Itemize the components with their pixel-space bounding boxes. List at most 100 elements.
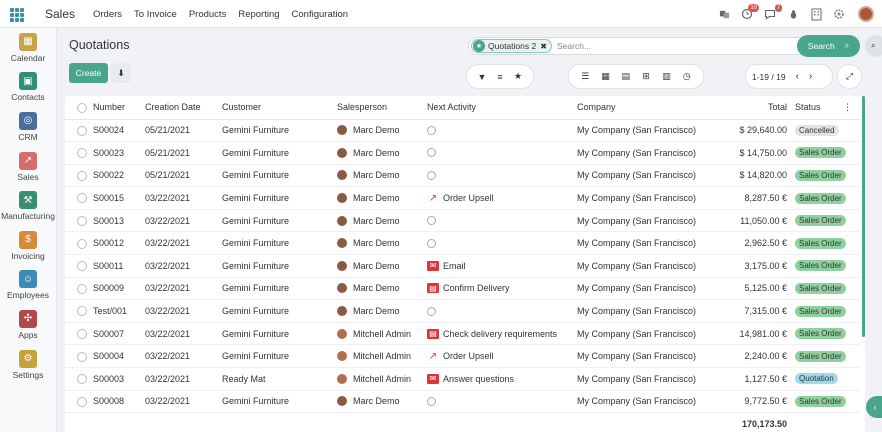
scrollbar[interactable]: [862, 96, 865, 337]
pager-value[interactable]: 1-19 / 19: [752, 72, 786, 82]
search-input[interactable]: Search...: [557, 41, 591, 51]
column-salesperson[interactable]: Salesperson: [337, 96, 427, 120]
calendar-view-icon[interactable]: ▤: [619, 70, 633, 84]
clock-icon[interactable]: [427, 306, 436, 316]
create-button[interactable]: Create: [69, 63, 108, 83]
clock-icon[interactable]: [427, 170, 436, 180]
translate-icon[interactable]: [717, 7, 731, 21]
app-brand[interactable]: Sales: [45, 7, 75, 21]
sidebar-item-calendar[interactable]: ▦ Calendar: [0, 28, 56, 68]
chevron-left-icon[interactable]: ‹: [796, 71, 799, 82]
row-checkbox[interactable]: [65, 164, 93, 188]
menu-reporting[interactable]: Reporting: [238, 9, 279, 20]
sidebar-item-invoicing[interactable]: $ Invoicing: [0, 226, 56, 266]
row-checkbox[interactable]: [65, 209, 93, 233]
activity-clock-icon[interactable]: 10: [740, 4, 759, 21]
column-creation-date[interactable]: Creation Date: [145, 96, 222, 120]
row-checkbox[interactable]: [65, 390, 93, 414]
column-next-activity[interactable]: Next Activity: [427, 96, 577, 120]
upsell-icon[interactable]: ↗: [427, 351, 439, 362]
menu-to-invoice[interactable]: To Invoice: [134, 9, 177, 20]
sidebar-item-settings[interactable]: ⚙ Settings: [0, 345, 56, 385]
chevron-left-icon[interactable]: ‹: [866, 396, 882, 418]
column-number[interactable]: Number: [93, 96, 145, 120]
activity-view-icon[interactable]: ◷: [680, 70, 694, 84]
kanban-view-icon[interactable]: ▦: [598, 70, 612, 84]
table-row[interactable]: S00008 03/22/2021 Gemini Furniture Marc Dem…: [65, 390, 860, 414]
clock-icon[interactable]: [427, 216, 436, 226]
row-checkbox[interactable]: [65, 277, 93, 301]
company-building-icon[interactable]: [809, 7, 823, 21]
sidebar-item-manufacturing[interactable]: ⚒ Manufacturing: [0, 186, 56, 226]
favorites-star-icon[interactable]: ★: [511, 70, 525, 84]
table-row[interactable]: S00009 03/22/2021 Gemini Furniture Marc Dem…: [65, 277, 860, 301]
table-row[interactable]: S00024 05/21/2021 Gemini Furniture Marc Dem…: [65, 119, 860, 143]
menu-orders[interactable]: Orders: [93, 9, 122, 20]
table-row[interactable]: Test/001 03/22/2021 Gemini Furniture Marc D…: [65, 299, 860, 323]
row-checkbox[interactable]: [65, 367, 93, 391]
table-row[interactable]: S00012 03/22/2021 Gemini Furniture Marc Dem…: [65, 231, 860, 256]
group-by-icon[interactable]: ≡: [493, 70, 507, 84]
table-row[interactable]: S00007 03/22/2021 Gemini Furniture Mitchell…: [65, 322, 860, 346]
chevron-right-icon[interactable]: ›: [809, 71, 812, 82]
column-total[interactable]: Total: [715, 96, 795, 120]
clock-icon[interactable]: [427, 396, 436, 406]
column-status[interactable]: Status ⋮: [795, 96, 860, 120]
row-checkbox[interactable]: [65, 186, 93, 210]
status-badge: Sales Order: [795, 305, 846, 317]
facet-close-icon[interactable]: ✖: [540, 42, 547, 51]
sidebar-item-employees[interactable]: ☺ Employees: [0, 266, 56, 306]
row-checkbox[interactable]: [65, 322, 93, 346]
download-button[interactable]: ⬇: [111, 63, 131, 83]
search-toggle-icon[interactable]: ⌕: [865, 35, 882, 57]
cell-activity: [427, 164, 577, 188]
table-row[interactable]: S00022 05/21/2021 Gemini Furniture Marc Dem…: [65, 164, 860, 188]
avatar: [337, 328, 347, 339]
messages-icon[interactable]: 7: [763, 4, 782, 21]
delivery-icon[interactable]: ▤: [427, 328, 439, 339]
clock-icon[interactable]: [427, 238, 436, 248]
search-button[interactable]: Search ⌕: [797, 35, 860, 57]
select-all-checkbox[interactable]: [65, 96, 93, 120]
table-row[interactable]: S00003 03/22/2021 Ready Mat Mitchell Admin ✉…: [65, 367, 860, 391]
email-icon[interactable]: ✉: [427, 373, 439, 384]
cell-date: 03/22/2021: [145, 186, 222, 210]
pivot-view-icon[interactable]: ⊞: [639, 70, 653, 84]
filter-icon[interactable]: ▼: [475, 70, 489, 84]
table-row[interactable]: S00015 03/22/2021 Gemini Furniture Marc Dem…: [65, 186, 860, 210]
row-checkbox[interactable]: [65, 141, 93, 165]
row-checkbox[interactable]: [65, 231, 93, 256]
graph-view-icon[interactable]: ▥: [659, 70, 673, 84]
sidebar-item-apps[interactable]: ✣ Apps: [0, 305, 56, 345]
list-view-icon[interactable]: ☰: [578, 70, 592, 84]
cell-date: 03/22/2021: [145, 390, 222, 414]
column-company[interactable]: Company: [577, 96, 715, 120]
email-icon[interactable]: ✉: [427, 260, 439, 271]
sidebar-item-sales[interactable]: ↗ Sales: [0, 147, 56, 187]
cell-number: S00008: [93, 390, 145, 414]
row-checkbox[interactable]: [65, 344, 93, 369]
clock-icon[interactable]: [427, 125, 436, 135]
apps-menu-icon[interactable]: [10, 8, 24, 22]
row-checkbox[interactable]: [65, 254, 93, 278]
search-facet[interactable]: ★ Quotations 2 ✖: [471, 39, 552, 53]
menu-products[interactable]: Products: [189, 9, 227, 20]
expand-icon[interactable]: ⤢: [837, 64, 862, 89]
user-avatar[interactable]: [858, 6, 874, 22]
table-row[interactable]: S00004 03/22/2021 Gemini Furniture Mitchell…: [65, 344, 860, 369]
sidebar-item-contacts[interactable]: ▣ Contacts: [0, 68, 56, 108]
optional-columns-icon[interactable]: ⋮: [843, 102, 852, 113]
column-customer[interactable]: Customer: [222, 96, 337, 120]
delivery-icon[interactable]: ▤: [427, 283, 439, 294]
row-checkbox[interactable]: [65, 299, 93, 323]
table-row[interactable]: S00013 03/22/2021 Gemini Furniture Marc Dem…: [65, 209, 860, 233]
bug-icon[interactable]: [786, 7, 800, 21]
upsell-icon[interactable]: ↗: [427, 193, 439, 204]
sidebar-item-crm[interactable]: ◎ CRM: [0, 107, 56, 147]
table-row[interactable]: S00011 03/22/2021 Gemini Furniture Marc Dem…: [65, 254, 860, 278]
menu-configuration[interactable]: Configuration: [292, 9, 349, 20]
table-row[interactable]: S00023 05/21/2021 Gemini Furniture Marc Dem…: [65, 141, 860, 165]
settings-gear-icon[interactable]: [832, 7, 846, 21]
clock-icon[interactable]: [427, 148, 436, 158]
row-checkbox[interactable]: [65, 119, 93, 143]
